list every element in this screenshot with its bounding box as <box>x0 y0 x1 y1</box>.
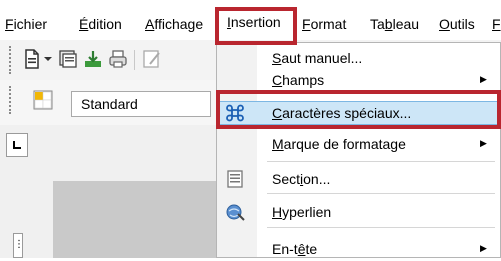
menu-mnemonic: F <box>492 16 501 32</box>
submenu-arrow-icon: ▶ <box>480 138 487 148</box>
paragraph-style-select[interactable]: Standard <box>71 91 211 117</box>
toolbar-grip[interactable] <box>9 86 13 114</box>
menu-tableau[interactable]: Tableau <box>370 14 419 34</box>
menu-mnemonic: b <box>384 16 393 32</box>
edit-icon[interactable] <box>142 49 162 69</box>
menu-fichier[interactable]: Fichier <box>5 14 47 34</box>
submenu-arrow-icon: ▶ <box>480 243 487 253</box>
menu-item-label: En-tête <box>272 241 318 257</box>
page-preview <box>53 181 233 258</box>
menu-item-section[interactable]: Section... <box>217 167 500 191</box>
submenu-arrow-icon: ▶ <box>480 74 487 84</box>
menu-format[interactable]: Format <box>302 14 346 34</box>
menu-item-saut-manuel[interactable]: Saut manuel... <box>217 46 500 70</box>
section-icon <box>227 170 243 188</box>
menu-edition[interactable]: Édition <box>79 14 122 34</box>
menu-item-label: Section... <box>272 171 331 187</box>
left-tab-icon <box>13 141 21 149</box>
menu-mnemonic: A <box>145 16 155 32</box>
vertical-ruler-marker: ⋮ <box>13 233 24 258</box>
menu-mnemonic: F <box>5 16 14 32</box>
special-characters-highlight-frame <box>216 90 501 129</box>
tab-stop-selector[interactable] <box>6 133 28 157</box>
save-icon[interactable] <box>83 49 103 69</box>
menu-affichage[interactable]: Affichage <box>145 14 203 34</box>
toolbar-grip[interactable] <box>9 46 13 74</box>
menu-mnemonic: O <box>439 16 450 32</box>
insertion-highlight-frame <box>215 7 297 45</box>
styles-icon[interactable] <box>33 90 53 110</box>
hyperlink-icon <box>226 204 245 221</box>
menu-item-label: Marque de formatage <box>272 136 406 152</box>
menu-fenetre[interactable]: F <box>492 14 501 34</box>
menu-mnemonic: F <box>302 16 311 32</box>
menu-item-label: Champs <box>272 72 325 88</box>
menu-item-label: Hyperlien <box>272 204 332 220</box>
menu-label: dition <box>88 16 122 32</box>
menu-label: utils <box>449 16 475 32</box>
toolbar-separator <box>134 50 135 70</box>
menu-separator <box>267 227 495 228</box>
menu-label: leau <box>392 16 420 32</box>
print-icon[interactable] <box>108 49 128 69</box>
menu-item-en-tete[interactable]: En-tête ▶ <box>217 237 500 261</box>
menu-item-hyperlien[interactable]: Hyperlien <box>217 200 500 224</box>
new-document-icon[interactable] <box>22 49 42 69</box>
menu-label: ffichage <box>154 16 204 32</box>
menu-outils[interactable]: Outils <box>439 14 475 34</box>
menu-label: ichier <box>13 16 48 32</box>
insertion-dropdown-menu: Saut manuel... Champs ▶ Caractères spéci… <box>216 42 501 258</box>
menu-item-marque-formatage[interactable]: Marque de formatage ▶ <box>217 132 500 156</box>
menu-separator <box>267 161 495 162</box>
template-icon[interactable] <box>58 49 78 69</box>
menu-item-label: Saut manuel... <box>272 50 363 66</box>
menu-separator <box>267 193 495 194</box>
menu-mnemonic: É <box>79 16 89 32</box>
menu-item-champs[interactable]: Champs ▶ <box>217 68 500 92</box>
menu-label: Ta <box>370 16 385 32</box>
menu-label: ormat <box>310 16 347 32</box>
dropdown-arrow-icon[interactable] <box>43 49 53 69</box>
